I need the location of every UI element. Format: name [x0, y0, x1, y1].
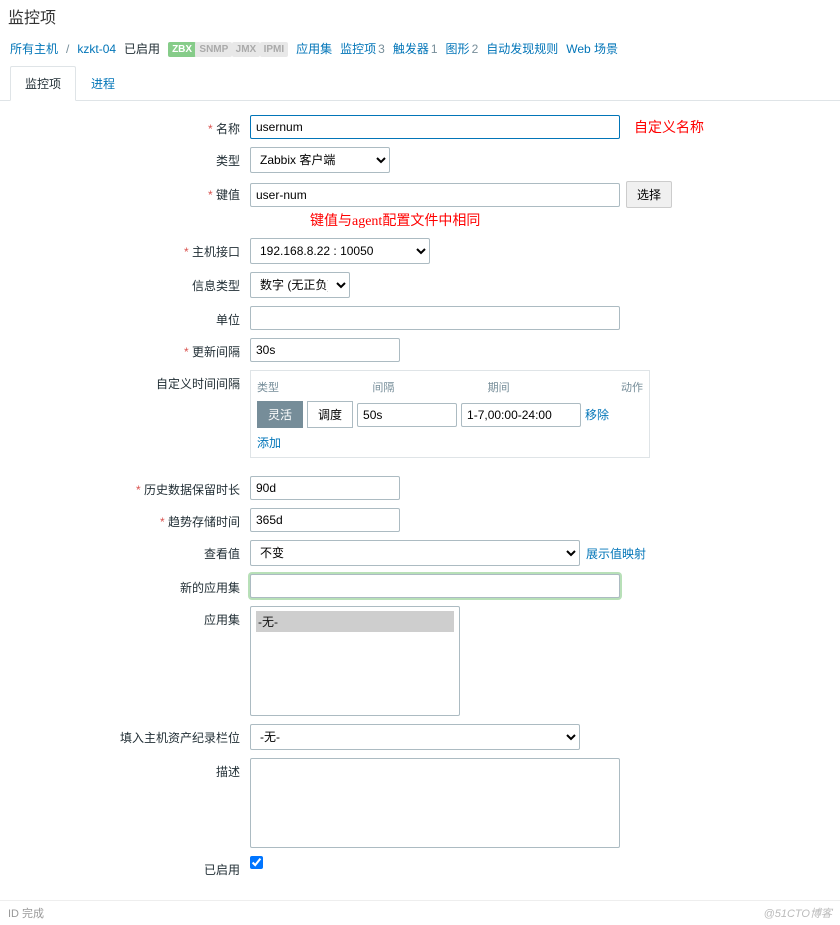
label-key: 键值 — [10, 181, 250, 203]
app-option-none[interactable]: -无- — [256, 611, 454, 632]
input-trends[interactable] — [250, 508, 400, 532]
label-description: 描述 — [10, 758, 250, 780]
nav-triggers-count: 1 — [431, 42, 438, 56]
nav-applications[interactable]: 应用集 — [296, 40, 332, 57]
bc-sep: / — [66, 42, 69, 56]
input-name[interactable] — [250, 115, 620, 139]
label-trends: 趋势存储时间 — [10, 508, 250, 530]
label-units: 单位 — [10, 306, 250, 328]
col-period: 期间 — [488, 379, 603, 395]
annotation-name: 自定义名称 — [634, 117, 704, 137]
bc-host[interactable]: kzkt-04 — [77, 42, 116, 56]
link-remove-interval[interactable]: 移除 — [585, 406, 609, 423]
page-title: 监控项 — [0, 0, 840, 32]
label-info-type: 信息类型 — [10, 272, 250, 294]
nav-discovery[interactable]: 自动发现规则 — [486, 40, 558, 57]
nav-web[interactable]: Web 场景 — [566, 40, 618, 57]
bc-all-hosts[interactable]: 所有主机 — [10, 40, 58, 57]
textarea-description[interactable] — [250, 758, 620, 848]
select-info-type[interactable]: 数字 (无正负) — [250, 272, 350, 298]
bc-enabled: 已启用 — [124, 40, 160, 57]
select-show-value[interactable]: 不变 — [250, 540, 580, 566]
tab-process[interactable]: 进程 — [76, 66, 130, 101]
select-interface[interactable]: 192.168.8.22 : 10050 — [250, 238, 430, 264]
label-history: 历史数据保留时长 — [10, 476, 250, 498]
badge-ipmi: IPMI — [260, 42, 289, 57]
badge-jmx: JMX — [232, 42, 261, 57]
select-apps[interactable]: -无- — [250, 606, 460, 716]
footer-left: ID 完成 — [8, 905, 44, 921]
input-flex-period[interactable] — [461, 403, 581, 427]
input-units[interactable] — [250, 306, 620, 330]
tab-item[interactable]: 监控项 — [10, 66, 76, 101]
footer: ID 完成 @51CTO博客 — [0, 900, 840, 925]
watermark: @51CTO博客 — [764, 905, 832, 921]
annotation-key: 键值与agent配置文件中相同 — [310, 210, 480, 230]
nav-items-count: 3 — [378, 42, 385, 56]
select-type[interactable]: Zabbix 客户端 — [250, 147, 390, 173]
badge-zbx: ZBX — [168, 42, 196, 57]
link-add-interval[interactable]: 添加 — [257, 436, 281, 450]
col-interval: 间隔 — [372, 379, 487, 395]
label-update-interval: 更新间隔 — [10, 338, 250, 360]
col-action: 动作 — [603, 379, 643, 395]
label-inventory: 填入主机资产纪录栏位 — [10, 724, 250, 746]
input-flex-interval[interactable] — [357, 403, 457, 427]
label-apps: 应用集 — [10, 606, 250, 628]
intervals-panel: 类型 间隔 期间 动作 灵活 调度 移除 添加 — [250, 370, 650, 458]
nav-triggers[interactable]: 触发器 — [393, 42, 429, 56]
btn-select-key[interactable]: 选择 — [626, 181, 672, 208]
input-new-app[interactable] — [250, 574, 620, 598]
input-history[interactable] — [250, 476, 400, 500]
breadcrumb: 所有主机 / kzkt-04 已启用 ZBX SNMP JMX IPMI 应用集… — [0, 32, 840, 65]
seg-scheduling[interactable]: 调度 — [307, 401, 353, 428]
label-interface: 主机接口 — [10, 238, 250, 260]
col-type: 类型 — [257, 379, 372, 395]
form: 名称 自定义名称 类型 Zabbix 客户端 键值 选择 键值与agent配置文… — [0, 101, 840, 900]
seg-flexible[interactable]: 灵活 — [257, 401, 303, 428]
label-custom-intervals: 自定义时间间隔 — [10, 370, 250, 392]
select-inventory[interactable]: -无- — [250, 724, 580, 750]
link-value-mapping[interactable]: 展示值映射 — [586, 545, 646, 562]
input-update-interval[interactable] — [250, 338, 400, 362]
tabs: 监控项 进程 — [0, 65, 840, 101]
nav-graphs[interactable]: 图形 — [446, 42, 470, 56]
label-type: 类型 — [10, 147, 250, 169]
nav-graphs-count: 2 — [472, 42, 479, 56]
label-new-app: 新的应用集 — [10, 574, 250, 596]
checkbox-enabled[interactable] — [250, 856, 263, 869]
nav-items[interactable]: 监控项 — [340, 42, 376, 56]
badge-snmp: SNMP — [195, 42, 232, 57]
label-enabled: 已启用 — [10, 856, 250, 878]
input-key[interactable] — [250, 183, 620, 207]
label-show-value: 查看值 — [10, 540, 250, 562]
label-name: 名称 — [10, 115, 250, 137]
